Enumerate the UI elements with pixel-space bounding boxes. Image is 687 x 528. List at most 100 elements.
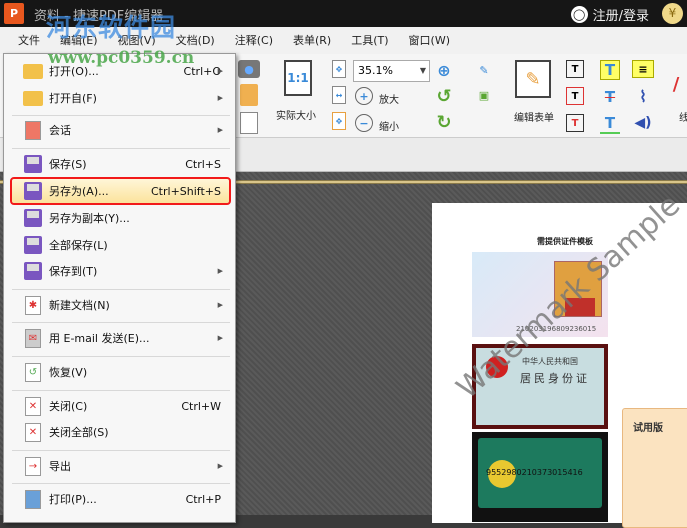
rotate-left-icon[interactable]: ↺ — [434, 86, 454, 107]
edit-form-button[interactable]: 编辑表单 — [514, 109, 554, 124]
file-menu-item[interactable]: ✕ 关闭全部(S) — [12, 420, 229, 444]
login-button[interactable]: ◯ 注册/登录 — [570, 5, 649, 24]
save-icon — [22, 154, 44, 174]
file-menu-item[interactable]: 保存到(T) ▶ — [12, 259, 229, 283]
file-menu-item[interactable]: 打开自(F) ▶ — [12, 86, 229, 110]
menu-separator — [12, 450, 230, 451]
menu-item-label: 恢复(V) — [49, 366, 88, 379]
fit-page-icon[interactable]: ✥ — [332, 60, 346, 78]
menu-item-label: 全部保存(L) — [49, 239, 108, 252]
export-icon: → — [22, 456, 44, 476]
snapshot-icon[interactable]: ● — [238, 60, 260, 78]
strikeout-icon[interactable]: T — [600, 87, 620, 107]
menu-item-shortcut: Ctrl+Shift+S — [151, 184, 221, 198]
menu-window[interactable]: 窗口(W) — [399, 27, 460, 54]
actual-size-icon[interactable]: 1:1 — [284, 60, 312, 96]
close-all-icon: ✕ — [22, 422, 44, 442]
user-icon: ◯ — [570, 6, 588, 23]
folder-web-icon — [22, 88, 44, 108]
bank-card-number: 9552980210373015416 — [486, 468, 583, 477]
menu-separator — [12, 483, 230, 484]
text-callout-icon[interactable]: T — [566, 114, 584, 132]
trial-panel[interactable]: 试用版 — [622, 408, 687, 528]
submenu-arrow-icon: ▶ — [217, 301, 223, 309]
menu-comment[interactable]: 注释(C) — [225, 27, 283, 54]
edit-form-icon[interactable]: ✎ — [515, 60, 551, 98]
line-tool-label[interactable]: 线 — [679, 109, 687, 124]
line-icon[interactable]: / — [666, 74, 686, 95]
attachment-icon[interactable]: ⌇ — [634, 86, 652, 106]
menu-tools[interactable]: 工具(T) — [341, 27, 398, 54]
menu-file[interactable]: 文件 — [8, 27, 50, 54]
close-doc-icon: ✕ — [22, 396, 44, 416]
menu-item-label: 会话 — [49, 124, 71, 137]
note-icon[interactable]: ≡ — [632, 60, 654, 78]
menu-item-shortcut: Ctrl+S — [185, 157, 221, 171]
zoom-in-icon[interactable]: + — [355, 87, 373, 105]
rotate-right-icon[interactable]: ↻ — [434, 112, 454, 133]
zoom-out-icon[interactable]: − — [355, 114, 373, 132]
menu-item-label: 保存(S) — [49, 158, 87, 171]
menu-item-label: 保存到(T) — [49, 265, 98, 278]
save-all-icon — [22, 235, 44, 255]
text-box-icon[interactable]: T — [566, 87, 584, 105]
menu-form[interactable]: 表单(R) — [283, 27, 341, 54]
revert-icon: ↺ — [22, 362, 44, 382]
find-icon[interactable] — [240, 112, 258, 134]
zoom-out-button[interactable]: 缩小 — [379, 118, 399, 133]
sound-icon[interactable]: ◀) — [632, 114, 654, 132]
file-menu-item[interactable]: 另存为副本(Y)... — [12, 206, 229, 230]
file-menu-item[interactable]: ✕ 关闭(C) Ctrl+W — [12, 394, 229, 418]
file-menu-item[interactable]: ✱ 新建文档(N) ▶ — [12, 293, 229, 317]
page-heading: 需提供证件模板 — [537, 237, 593, 246]
submenu-arrow-icon: ▶ — [217, 67, 223, 75]
menu-item-label: 新建文档(N) — [49, 299, 110, 312]
file-menu-item[interactable]: ✉ 用 E-mail 发送(E)... ▶ — [12, 326, 229, 350]
magnifier-icon[interactable]: ⊕ — [434, 60, 454, 80]
menu-item-label: 关闭(C) — [49, 400, 88, 413]
file-menu-item[interactable]: 保存(S) Ctrl+S — [12, 152, 229, 176]
file-menu-item[interactable]: 全部保存(L) — [12, 233, 229, 257]
card-title: 居民身份证 — [520, 372, 590, 385]
zoom-in-button[interactable]: 放大 — [379, 91, 399, 106]
site-watermark-url: www.pc0359.cn — [48, 48, 195, 68]
save-as-icon — [22, 181, 44, 201]
save-copy-icon — [22, 208, 44, 228]
submenu-arrow-icon: ▶ — [217, 267, 223, 275]
menu-item-label: 另存为副本(Y)... — [49, 212, 130, 225]
menu-item-shortcut: Ctrl+P — [185, 492, 221, 506]
menu-separator — [12, 148, 230, 149]
trial-label: 试用版 — [633, 423, 663, 434]
email-icon: ✉ — [22, 328, 44, 348]
zoom-value: 35.1% — [358, 64, 393, 77]
file-menu-item[interactable]: 会话 ▶ — [12, 118, 229, 142]
actual-size-button[interactable]: 实际大小 — [276, 107, 316, 122]
save-to-icon — [22, 261, 44, 281]
file-menu-item[interactable]: → 导出 ▶ — [12, 454, 229, 478]
menu-item-label: 另存为(A)... — [49, 185, 109, 198]
fit-visible-icon[interactable]: ✥ — [332, 112, 346, 130]
zoom-select[interactable]: 35.1% ▼ — [353, 60, 430, 82]
file-menu-item[interactable]: ↺ 恢复(V) — [12, 360, 229, 384]
paste-icon[interactable] — [240, 84, 258, 106]
menu-separator — [12, 115, 230, 116]
highlight-text-icon[interactable]: T — [600, 60, 620, 80]
add-image-icon[interactable]: ▣ — [474, 84, 494, 106]
submenu-arrow-icon: ▶ — [217, 94, 223, 102]
vip-icon[interactable]: ¥ — [662, 3, 683, 24]
new-document-icon: ✱ — [22, 295, 44, 315]
underline-icon[interactable]: T — [600, 114, 620, 134]
file-menu-item[interactable]: 另存为(A)... Ctrl+Shift+S — [10, 177, 231, 205]
menu-separator — [12, 322, 230, 323]
edit-content-icon[interactable]: ✎ — [474, 60, 494, 80]
text-field-icon[interactable]: T — [566, 60, 584, 78]
file-menu: 打开(O)... Ctrl+O ▶ 打开自(F) ▶ 会话 ▶ 保存(S) Ctrl+S 另存为(… — [3, 53, 236, 523]
file-menu-item[interactable]: 打印(P)... Ctrl+P — [12, 487, 229, 511]
menu-item-label: 用 E-mail 发送(E)... — [49, 332, 150, 345]
menu-separator — [12, 289, 230, 290]
menu-item-label: 打开自(F) — [49, 92, 97, 105]
folder-icon — [22, 61, 44, 81]
chevron-down-icon: ▼ — [419, 66, 426, 75]
fit-width-icon[interactable]: ↔ — [332, 86, 346, 104]
login-label: 注册/登录 — [592, 9, 649, 24]
